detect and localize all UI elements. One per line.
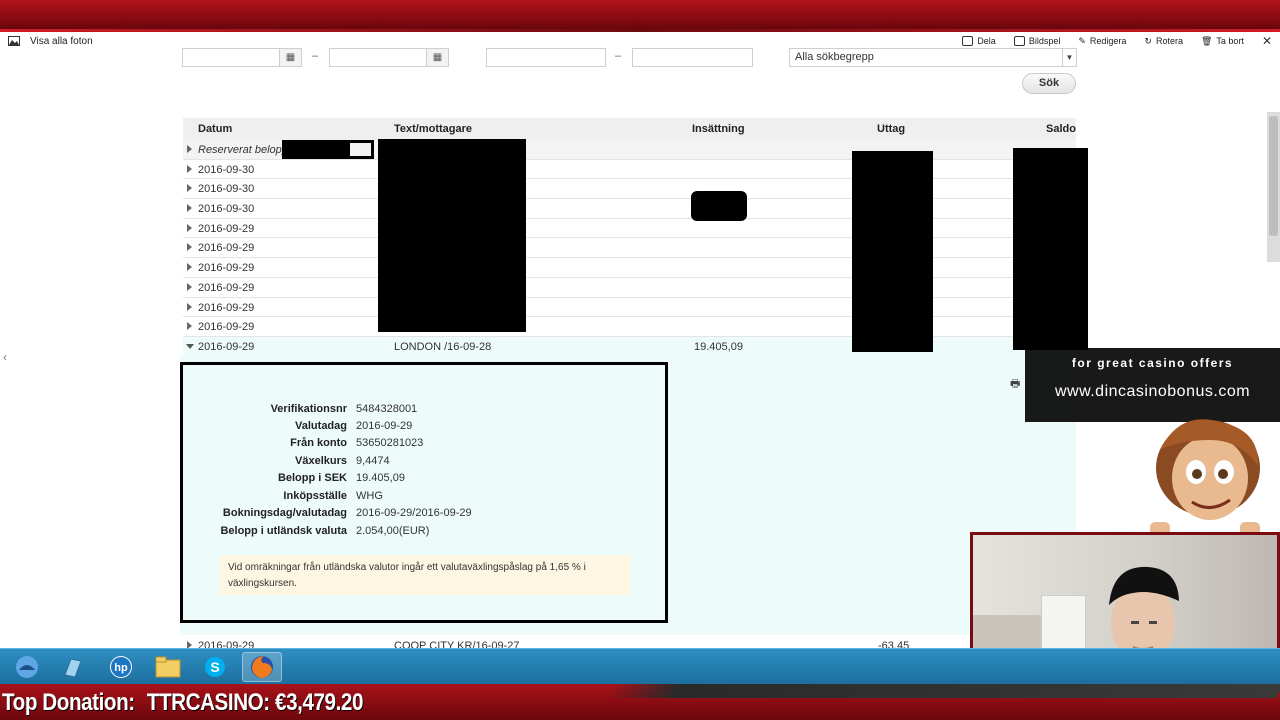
share-button[interactable]: Dela: [962, 36, 996, 46]
expand-icon: [187, 243, 192, 252]
table-row[interactable]: 2016-09-29: [183, 278, 1076, 298]
calendar-icon[interactable]: ▦: [427, 48, 449, 67]
table-row[interactable]: 2016-09-29: [183, 219, 1076, 239]
header-withdrawal: Uttag: [877, 123, 906, 135]
search-button[interactable]: Sök: [1022, 73, 1076, 94]
calendar-icon[interactable]: ▦: [280, 48, 302, 67]
search-term-select[interactable]: Alla sökbegrepp ▼: [789, 48, 1077, 67]
expand-icon: [187, 164, 192, 173]
table-row[interactable]: 2016-09-30: [183, 179, 1076, 200]
redaction: [852, 151, 933, 352]
back-label: Visa alla foton: [30, 35, 93, 47]
thunderbird-icon[interactable]: [7, 652, 47, 682]
expand-icon: [187, 282, 192, 291]
table-row[interactable]: 2016-09-30: [183, 199, 1076, 219]
table-header: Datum Text/mottagare Insättning Uttag Sa…: [183, 118, 1076, 140]
edit-icon: ✎: [1078, 35, 1086, 46]
table-row[interactable]: 2016-09-30: [183, 160, 1076, 180]
donation-label: Top Donation:: [2, 689, 135, 716]
svg-text:hp: hp: [114, 662, 128, 674]
print-icon[interactable]: 🖶: [1010, 375, 1020, 394]
expanded-row[interactable]: 2016-09-29 LONDON /16-09-28 19.405,09: [183, 336, 1076, 357]
file-explorer-icon[interactable]: [148, 652, 188, 682]
expand-icon: [187, 302, 192, 311]
scrollbar[interactable]: [1267, 112, 1280, 262]
svg-text:S: S: [210, 659, 219, 675]
range-dash: –: [615, 50, 622, 62]
amount-to-input[interactable]: [632, 48, 753, 67]
share-icon: [962, 36, 974, 46]
expand-icon: [187, 145, 192, 153]
casino-ad-url: www.dincasinobonus.com: [1054, 383, 1251, 400]
amount-from-input[interactable]: [486, 48, 606, 67]
scrollbar-thumb[interactable]: [1269, 116, 1278, 236]
date-from-input[interactable]: [182, 48, 280, 67]
expand-icon: [187, 184, 192, 193]
slideshow-icon: [1013, 36, 1025, 46]
back-to-photos-link[interactable]: Visa alla foton: [0, 36, 93, 47]
redaction: [282, 142, 350, 157]
expand-icon: [187, 204, 192, 213]
photos-icon: [8, 36, 20, 46]
skype-icon[interactable]: S: [195, 652, 235, 682]
close-icon[interactable]: ✕: [1262, 34, 1272, 48]
expand-icon: [187, 322, 192, 331]
trash-icon: 🗑: [1200, 35, 1213, 46]
stream-top-banner: [0, 0, 1280, 32]
header-date: Datum: [198, 123, 233, 135]
currency-note: Vid omräkningar från utländska valutor i…: [220, 555, 630, 595]
header-deposit: Insättning: [692, 123, 745, 135]
hp-icon[interactable]: hp: [101, 652, 141, 682]
mascot-image: [1150, 419, 1260, 536]
firefox-icon[interactable]: [242, 652, 282, 682]
casino-ad-line1: for great casino offers: [1071, 356, 1234, 370]
notepad-icon[interactable]: [53, 652, 93, 682]
filter-row: ▦ – ▦ – Alla sökbegrepp ▼: [182, 48, 1077, 68]
header-text: Text/mottagare: [394, 123, 473, 135]
donation-value: TTRCASINO: €3,479.20: [146, 689, 364, 716]
chevron-left-icon[interactable]: ‹: [3, 350, 7, 364]
redaction: [691, 191, 747, 221]
table-row[interactable]: 2016-09-29: [183, 317, 1076, 337]
delete-button[interactable]: 🗑 Ta bort: [1201, 36, 1244, 47]
windows-taskbar: hp S: [0, 648, 1280, 684]
collapse-icon: [186, 343, 194, 349]
expand-icon: [187, 263, 192, 272]
rotate-button[interactable]: ↻ Rotera: [1144, 36, 1183, 47]
edit-button[interactable]: ✎ Redigera: [1078, 36, 1126, 47]
transaction-detail: Verifikationsnr 5484328001 Valutadag 2016-…: [180, 362, 668, 623]
table-row[interactable]: 2016-09-29: [183, 238, 1076, 259]
slideshow-button[interactable]: Bildspel: [1013, 36, 1060, 46]
header-balance: Saldo: [1046, 123, 1076, 135]
rotate-icon: ↻: [1144, 35, 1152, 46]
chevron-down-icon: ▼: [1062, 49, 1076, 66]
table-row[interactable]: 2016-09-29: [183, 258, 1076, 278]
table-row[interactable]: 2016-09-29: [183, 298, 1076, 318]
redaction: [378, 139, 526, 332]
donation-banner: Top Donation: TTRCASINO: €3,479.20: [0, 684, 1280, 720]
redaction: [1013, 148, 1088, 350]
range-dash: –: [312, 50, 319, 62]
expand-icon: [187, 223, 192, 232]
date-to-input[interactable]: [329, 48, 427, 67]
